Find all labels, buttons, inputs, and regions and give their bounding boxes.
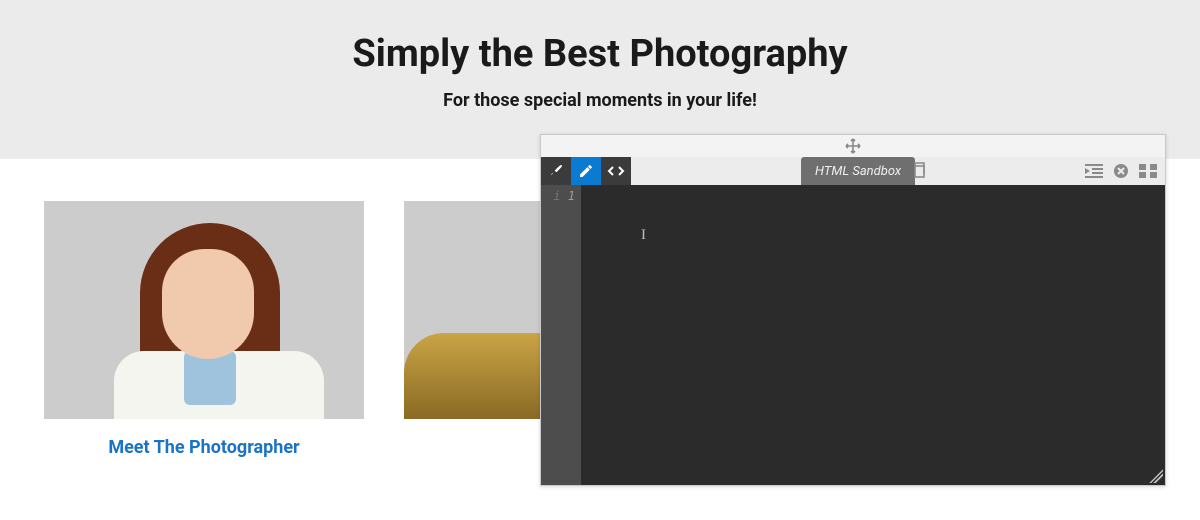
pencil-icon [578, 163, 594, 179]
grip-icon[interactable] [1139, 164, 1157, 178]
panel-drag-handle[interactable] [541, 135, 1165, 157]
brush-tool-button[interactable] [541, 157, 571, 185]
card-caption[interactable]: Meet The Photographer [44, 437, 364, 458]
text-cursor-icon: I [641, 227, 646, 244]
card-meet-photographer[interactable]: Meet The Photographer [44, 201, 364, 458]
editor-content[interactable]: I [581, 185, 1165, 485]
card-image [44, 201, 364, 419]
panel-toolbar: HTML Sandbox [541, 157, 1165, 185]
panel-tab-label: HTML Sandbox [815, 164, 901, 179]
pencil-tool-button[interactable] [571, 157, 601, 185]
move-icon [845, 138, 861, 154]
indent-icon[interactable] [1085, 164, 1103, 178]
html-sandbox-panel: HTML Sandbox 1 I [540, 134, 1166, 486]
panel-tab[interactable]: HTML Sandbox [801, 157, 915, 185]
brush-icon [548, 163, 564, 179]
code-tool-button[interactable] [601, 157, 631, 185]
code-icon [607, 163, 625, 179]
page-title: Simply the Best Photography [0, 32, 1200, 76]
page-subtitle: For those special moments in your life! [0, 90, 1200, 111]
code-editor[interactable]: 1 I [541, 185, 1165, 485]
copy-icon[interactable] [911, 161, 927, 179]
close-circle-icon[interactable] [1113, 163, 1129, 179]
line-number: 1 [541, 189, 575, 203]
editor-gutter: 1 [541, 185, 581, 485]
panel-resize-handle[interactable] [1149, 469, 1163, 483]
